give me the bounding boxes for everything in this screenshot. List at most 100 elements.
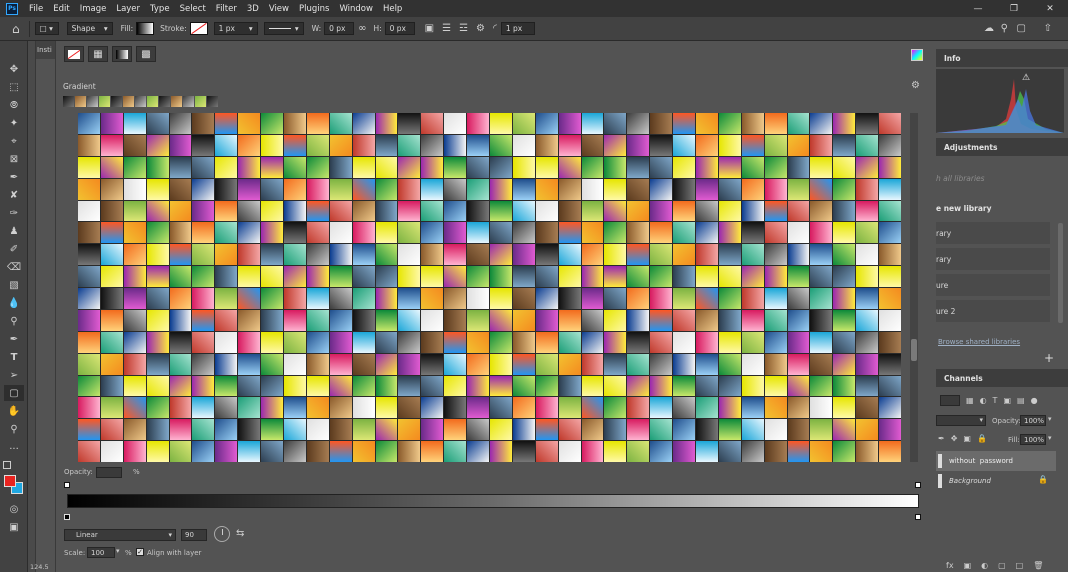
gradient-preset-swatch[interactable]	[718, 375, 741, 397]
gradient-preset-swatch[interactable]	[718, 266, 741, 287]
gradient-preset-swatch[interactable]	[696, 178, 718, 200]
gradient-preset-swatch[interactable]	[375, 309, 398, 331]
gradient-preset-swatch[interactable]	[123, 134, 146, 156]
gradient-preset-swatch[interactable]	[329, 331, 352, 353]
gradient-preset-swatch[interactable]	[100, 244, 123, 266]
gradient-preset-swatch[interactable]	[718, 397, 741, 419]
gradient-preset-swatch[interactable]	[604, 331, 627, 353]
gradient-preset-swatch[interactable]	[787, 309, 810, 331]
gradient-preset-swatch[interactable]	[467, 331, 489, 353]
gradient-preset-swatch[interactable]	[650, 397, 673, 419]
gradient-preset-swatch[interactable]	[192, 113, 215, 134]
gradient-preset-swatch[interactable]	[123, 178, 146, 200]
gradient-preset-swatch[interactable]	[261, 353, 283, 375]
gradient-preset-swatch[interactable]	[673, 244, 695, 266]
gradient-preset-swatch[interactable]	[238, 353, 261, 375]
gradient-preset-swatch[interactable]	[375, 353, 398, 375]
gradient-preset-swatch[interactable]	[421, 244, 444, 266]
gradient-preset-swatch[interactable]	[490, 178, 512, 200]
gradient-preset-swatch[interactable]	[810, 266, 833, 287]
gradient-preset-swatch[interactable]	[169, 222, 192, 244]
gradient-bar[interactable]	[67, 494, 919, 508]
gradient-preset-swatch[interactable]	[123, 397, 146, 419]
gradient-preset-swatch[interactable]	[284, 309, 306, 331]
gradient-preset-swatch[interactable]	[398, 244, 421, 266]
gradient-preset-swatch[interactable]	[78, 222, 100, 244]
gradient-preset-swatch[interactable]	[673, 134, 695, 156]
gradient-preset-swatch[interactable]	[78, 134, 100, 156]
gradient-preset-swatch[interactable]	[467, 375, 489, 397]
browse-shared-libraries-link[interactable]: Browse shared libraries	[938, 338, 1020, 346]
gradient-preset-swatch[interactable]	[398, 375, 421, 397]
gradient-preset-swatch[interactable]	[673, 156, 695, 178]
gradient-preset-swatch[interactable]	[718, 331, 741, 353]
gradient-preset-swatch[interactable]	[444, 375, 467, 397]
gradient-preset-swatch[interactable]	[78, 309, 100, 331]
gradient-preset-swatch[interactable]	[352, 113, 375, 134]
gradient-preset-swatch[interactable]	[467, 244, 489, 266]
gradient-preset-swatch[interactable]	[741, 178, 764, 200]
menu-filter[interactable]: Filter	[211, 4, 242, 14]
gradient-preset-swatch[interactable]	[673, 353, 695, 375]
menu-type[interactable]: Type	[145, 4, 175, 14]
move-tool-icon[interactable]: ✥	[4, 61, 24, 77]
recent-gradient-swatch[interactable]	[99, 96, 110, 107]
gradient-preset-swatch[interactable]	[879, 397, 901, 419]
gradient-preset-swatch[interactable]	[696, 244, 718, 266]
gradient-preset-swatch[interactable]	[879, 441, 901, 462]
color-picker-icon[interactable]	[911, 49, 923, 61]
gradient-preset-swatch[interactable]	[741, 397, 764, 419]
rectangle-tool-icon[interactable]: ▢	[4, 385, 24, 401]
gradient-preset-swatch[interactable]	[123, 200, 146, 222]
gradient-preset-swatch[interactable]	[261, 134, 283, 156]
zoom-status[interactable]: 124.5	[28, 563, 54, 572]
chevron-down-icon[interactable]: ▾	[1048, 415, 1052, 423]
gradient-preset-swatch[interactable]	[123, 353, 146, 375]
gradient-preset-swatch[interactable]	[169, 309, 192, 331]
gradient-preset-swatch[interactable]	[146, 244, 169, 266]
gradient-preset-swatch[interactable]	[421, 134, 444, 156]
smart-object-filter-icon[interactable]: ▤	[1017, 396, 1025, 405]
gradient-preset-swatch[interactable]	[879, 375, 901, 397]
gradient-preset-swatch[interactable]	[604, 397, 627, 419]
gradient-preset-swatch[interactable]	[764, 200, 787, 222]
gradient-preset-swatch[interactable]	[238, 113, 261, 134]
gradient-preset-swatch[interactable]	[215, 397, 238, 419]
gradient-preset-swatch[interactable]	[146, 353, 169, 375]
gradient-preset-swatch[interactable]	[398, 222, 421, 244]
gradient-preset-swatch[interactable]	[696, 441, 718, 462]
gradient-preset-swatch[interactable]	[810, 419, 833, 441]
gradient-preset-swatch[interactable]	[787, 266, 810, 287]
gradient-preset-swatch[interactable]	[192, 375, 215, 397]
gradient-preset-swatch[interactable]	[444, 113, 467, 134]
new-group-icon[interactable]: ▢	[998, 561, 1006, 570]
gradient-preset-swatch[interactable]	[284, 331, 306, 353]
gradient-preset-swatch[interactable]	[352, 397, 375, 419]
layers-fill-field[interactable]: 100%	[1020, 434, 1046, 445]
blur-tool-icon[interactable]: 💧	[4, 295, 24, 311]
gradient-preset-swatch[interactable]	[192, 200, 215, 222]
gradient-preset-swatch[interactable]	[673, 200, 695, 222]
recent-gradient-swatch[interactable]	[195, 96, 206, 107]
gradient-preset-swatch[interactable]	[787, 156, 810, 178]
gradient-preset-swatch[interactable]	[192, 178, 215, 200]
gradient-preset-swatch[interactable]	[879, 222, 901, 244]
gradient-preset-swatch[interactable]	[718, 178, 741, 200]
pattern-button[interactable]: ▩	[136, 46, 156, 62]
gradient-preset-swatch[interactable]	[673, 397, 695, 419]
gradient-preset-swatch[interactable]	[329, 441, 352, 462]
menu-file[interactable]: File	[24, 4, 48, 14]
gradient-preset-swatch[interactable]	[100, 419, 123, 441]
gradient-preset-swatch[interactable]	[123, 288, 146, 309]
gradient-preset-swatch[interactable]	[673, 375, 695, 397]
gradient-preset-swatch[interactable]	[604, 309, 627, 331]
gradient-preset-swatch[interactable]	[604, 266, 627, 287]
gradient-preset-swatch[interactable]	[650, 156, 673, 178]
gradient-preset-swatch[interactable]	[879, 309, 901, 331]
gradient-preset-swatch[interactable]	[535, 375, 558, 397]
image-filter-icon[interactable]: ▦	[966, 396, 974, 405]
gradient-preset-swatch[interactable]	[627, 375, 650, 397]
screen-mode-icon[interactable]: ▣	[4, 519, 24, 535]
gradient-preset-swatch[interactable]	[558, 419, 581, 441]
gradient-preset-swatch[interactable]	[444, 222, 467, 244]
